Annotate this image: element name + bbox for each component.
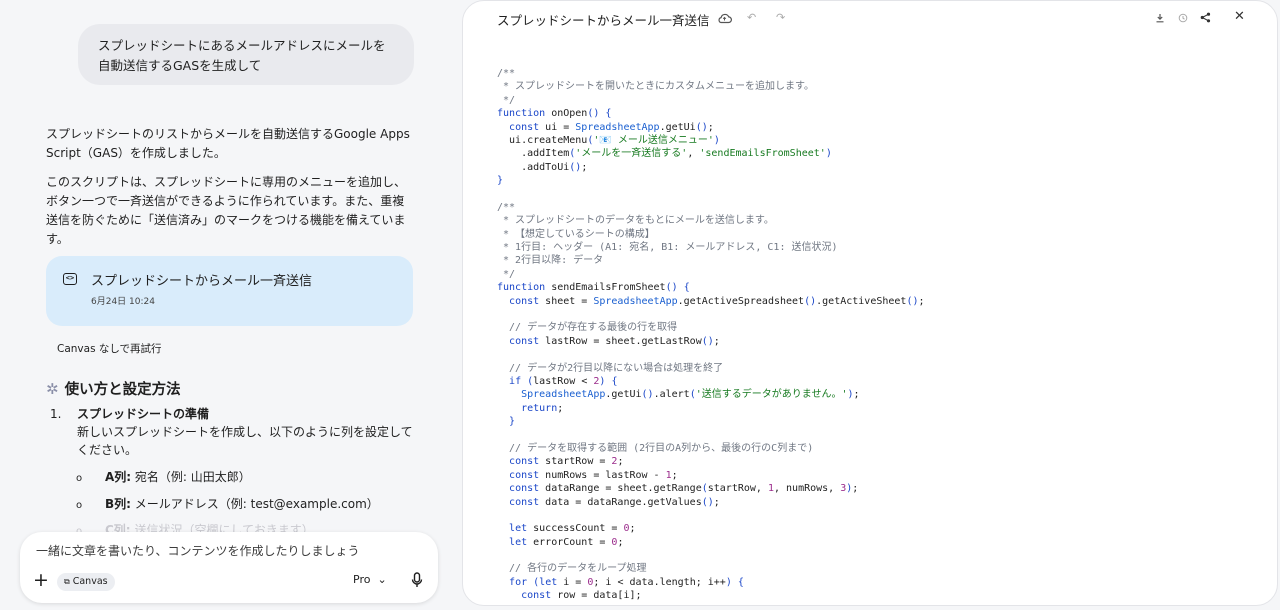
step-title: スプレッドシートの準備: [77, 407, 210, 421]
code-line: /**: [497, 201, 516, 213]
code-line: const startRow = 2;: [509, 456, 624, 468]
retry-without-canvas-link[interactable]: Canvas なしで再試行: [57, 341, 162, 356]
code-line: * スプレッドシートのデータをもとにメールを送信します。: [497, 215, 774, 227]
code-line: * 1行目: ヘッダー (A1: 宛名, B1: メールアドレス, C1: 送信…: [497, 242, 838, 254]
code-line: const data = dataRange.getValues();: [509, 496, 720, 508]
step-description: 新しいスプレッドシートを作成し、以下のように列を設定してください。: [77, 425, 413, 457]
model-selector[interactable]: Pro ⌄: [353, 573, 387, 586]
code-line: /**: [497, 68, 516, 79]
canvas-icon: ⧉: [64, 577, 70, 586]
close-icon[interactable]: ✕: [1234, 10, 1245, 24]
canvas-title: スプレッドシートからメール一斉送信: [497, 13, 710, 28]
cloud-sync-icon[interactable]: [717, 12, 732, 24]
canvas-card-date: 6月24日 10:24: [91, 297, 155, 307]
prompt-input[interactable]: [36, 541, 416, 561]
code-line: * 2行目以降: データ: [497, 255, 604, 267]
code-line: return;: [521, 402, 564, 414]
section-heading: ✲ 使い方と設定方法: [46, 378, 181, 399]
code-line: let successCount = 0;: [509, 523, 636, 535]
code-line: */: [497, 268, 516, 280]
canvas-chip[interactable]: ⧉ Canvas: [57, 573, 115, 591]
canvas-document-card[interactable]: <> スプレッドシートからメール一斉送信 6月24日 10:24: [46, 256, 413, 326]
code-line: const dataRange = sheet.getRange(startRo…: [509, 483, 859, 495]
code-line: const ui = SpreadsheetApp.getUi();: [509, 121, 714, 133]
code-line: ui.createMenu('📧 メール送信メニュー'): [497, 134, 720, 146]
bullet-label: A列:: [105, 470, 132, 484]
response-paragraph: スプレッドシートのリストからメールを自動送信するGoogle Apps Scri…: [46, 127, 410, 160]
redo-icon[interactable]: ↷: [776, 11, 785, 25]
code-line: }: [509, 416, 516, 428]
code-line: // 各行のデータをループ処理: [497, 563, 647, 575]
code-line: const sheet = SpreadsheetApp.getActiveSp…: [509, 295, 925, 307]
bullet-text: 宛名（例: 山田太郎）: [134, 470, 251, 484]
code-line: for (let i = 0; i < data.length; i++) {: [509, 576, 744, 588]
code-line: * スプレッドシートを開いたときにカスタムメニューを追加します。: [497, 81, 815, 93]
response-paragraph: このスクリプトは、スプレッドシートに専用のメニューを追加し、ボタン一つで一斉送信…: [46, 175, 407, 246]
bullet-mark: o: [76, 500, 83, 511]
bullet-mark: o: [76, 473, 83, 484]
microphone-icon[interactable]: [410, 572, 424, 588]
undo-icon[interactable]: ↶: [747, 11, 756, 25]
download-icon[interactable]: [1155, 13, 1165, 23]
code-line: const numRows = lastRow - 1;: [509, 469, 678, 481]
share-icon[interactable]: [1200, 12, 1211, 23]
code-editor[interactable]: /** * スプレッドシートを開いたときにカスタムメニューを追加します。 */ f…: [497, 67, 1267, 605]
chevron-down-icon: ⌄: [377, 573, 387, 586]
prompt-composer: + ⧉Canvas Pro ⌄: [20, 532, 438, 603]
code-line: if (lastRow < 2) {: [509, 375, 618, 387]
code-line: // データが2行目以降にない場合は処理を終了: [497, 362, 724, 374]
list-item: o B列: メールアドレス（例: test@example.com）: [76, 495, 379, 512]
chat-panel: スプレッドシートにあるメールアドレスにメールを自動送信するGASを生成して スプ…: [0, 0, 460, 610]
step-number: 1.: [50, 407, 62, 421]
canvas-panel: スプレッドシートからメール一斉送信 ↶ ↷ ✕ /** * スプレッドシートを開…: [462, 0, 1278, 606]
code-line: // データを取得する範囲 (2行目のA列から、最後の行のC列まで): [497, 442, 814, 454]
code-line: */: [497, 94, 516, 106]
canvas-card-title: スプレッドシートからメール一斉送信: [91, 274, 313, 289]
canvas-chip-label: Canvas: [72, 576, 108, 587]
section-heading-text: 使い方と設定方法: [64, 382, 181, 398]
code-line: }: [497, 175, 504, 187]
code-line: .addItem('メールを一斉送信する', 'sendEmailsFromSh…: [497, 148, 832, 160]
code-line: SpreadsheetApp.getUi().alert('送信するデータがあり…: [521, 389, 860, 401]
code-line: const row = data[i];: [521, 590, 642, 602]
list-item: o A列: 宛名（例: 山田太郎）: [76, 468, 251, 485]
bullet-text: メールアドレス（例: test@example.com）: [134, 497, 379, 511]
bullet-label: B列:: [105, 497, 131, 511]
model-label: Pro: [353, 573, 371, 586]
code-line: // データが存在する最後の行を取得: [497, 322, 678, 334]
history-icon[interactable]: [1178, 13, 1188, 23]
code-line: function sendEmailsFromSheet() {: [497, 282, 690, 294]
plus-icon[interactable]: +: [33, 570, 49, 590]
code-line: function onOpen() {: [497, 108, 612, 120]
code-line: * 【想定しているシートの構成】: [497, 228, 655, 240]
code-line: .addToUi();: [497, 161, 588, 173]
gear-icon: ✲: [46, 379, 59, 398]
code-line: const lastRow = sheet.getLastRow();: [509, 335, 720, 347]
code-line: let errorCount = 0;: [509, 536, 624, 548]
user-message: スプレッドシートにあるメールアドレスにメールを自動送信するGASを生成して: [78, 24, 414, 85]
code-icon: <>: [63, 273, 77, 285]
